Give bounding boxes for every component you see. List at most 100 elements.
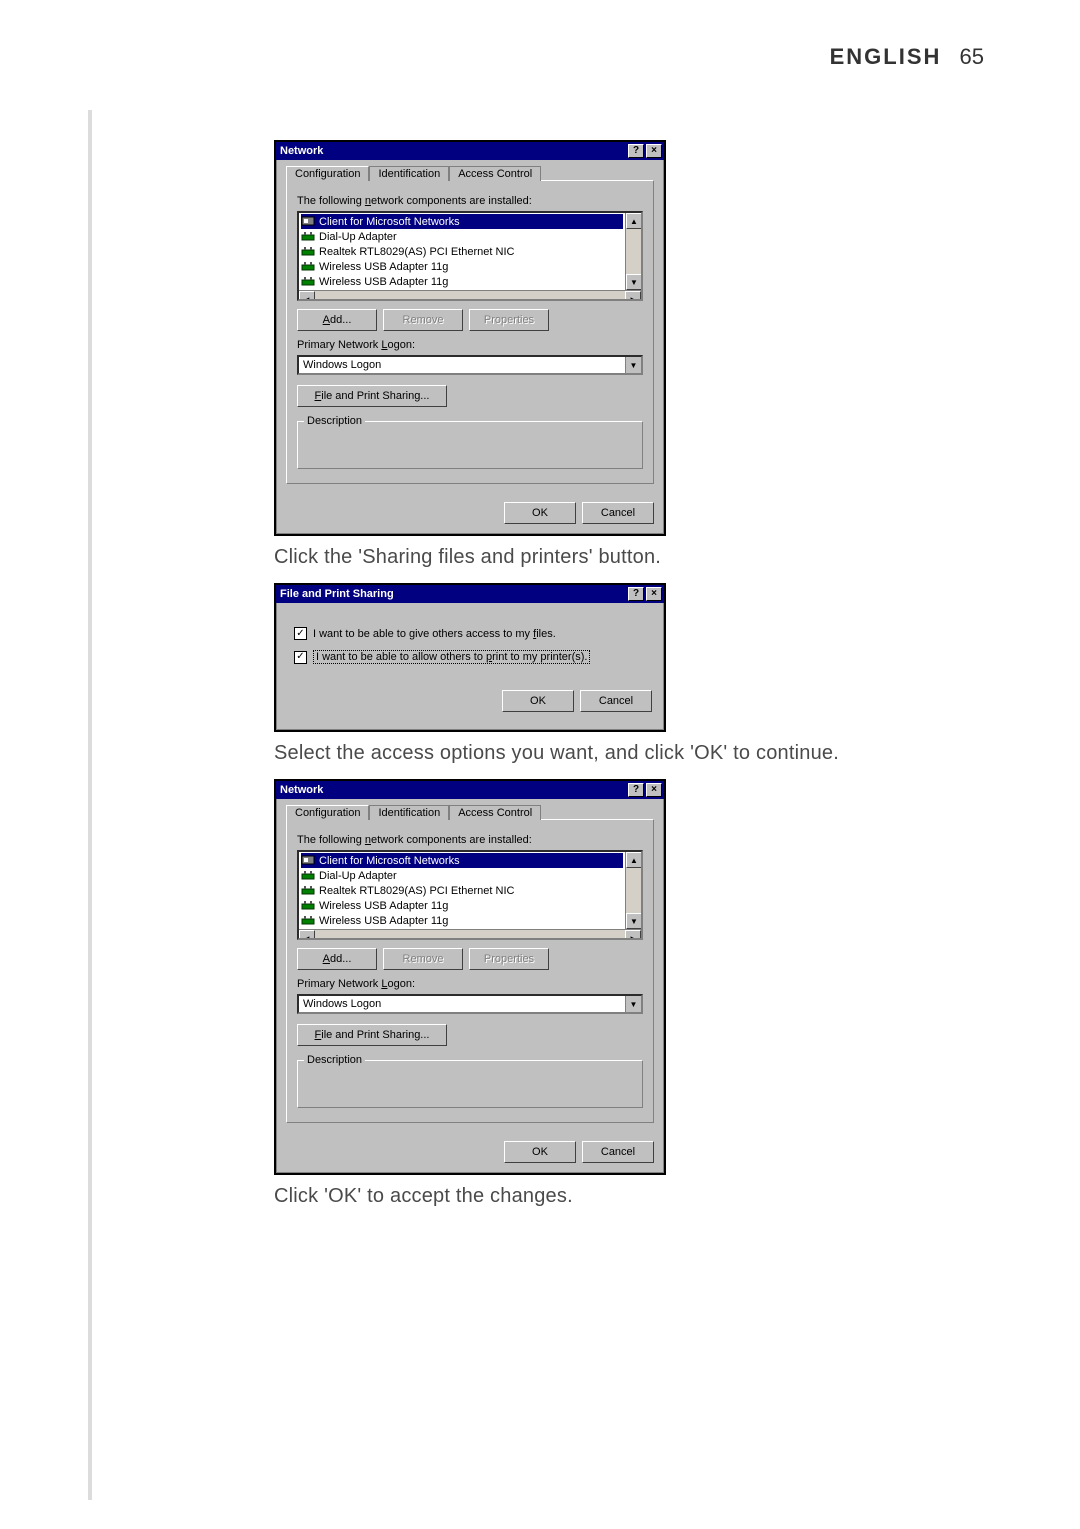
chevron-down-icon[interactable]: ▼ bbox=[625, 357, 641, 373]
adapter-icon bbox=[301, 276, 315, 288]
list-item-label: Client for Microsoft Networks bbox=[319, 216, 460, 228]
file-print-sharing-button[interactable]: File and Print Sharing... bbox=[297, 1024, 447, 1046]
list-item-label: Wireless USB Adapter 11g bbox=[319, 915, 448, 927]
header-lang: ENGLISH bbox=[830, 44, 942, 69]
list-item-label: Dial-Up Adapter bbox=[319, 870, 397, 882]
ok-button[interactable]: OK bbox=[504, 1141, 576, 1163]
description-group: Description bbox=[297, 1054, 643, 1108]
list-item-label: Client for Microsoft Networks bbox=[319, 855, 460, 867]
checkbox-checked-icon[interactable]: ✓ bbox=[294, 627, 307, 640]
list-item[interactable]: Wireless USB Adapter 11g bbox=[301, 274, 623, 289]
description-legend: Description bbox=[304, 1054, 365, 1066]
close-icon[interactable]: × bbox=[646, 587, 662, 601]
cancel-button[interactable]: Cancel bbox=[582, 1141, 654, 1163]
scroll-up-icon[interactable]: ▲ bbox=[626, 213, 642, 229]
primary-logon-label: Primary Network Logon: bbox=[297, 339, 643, 351]
tab-configuration[interactable]: Configuration bbox=[286, 166, 369, 181]
remove-button: Remove bbox=[383, 948, 463, 970]
tab-identification[interactable]: Identification bbox=[369, 166, 449, 181]
description-legend: Description bbox=[304, 415, 365, 427]
scroll-down-icon[interactable]: ▼ bbox=[626, 274, 642, 290]
properties-button: Properties bbox=[469, 309, 549, 331]
close-icon[interactable]: × bbox=[646, 144, 662, 158]
file-print-sharing-button[interactable]: File and Print Sharing... bbox=[297, 385, 447, 407]
primary-logon-label: Primary Network Logon: bbox=[297, 978, 643, 990]
tab-configuration[interactable]: Configuration bbox=[286, 805, 369, 820]
list-item-label: Wireless USB Adapter 11g bbox=[319, 276, 448, 288]
page-header: ENGLISH 65 bbox=[830, 44, 984, 70]
dialog-title: File and Print Sharing bbox=[278, 588, 626, 600]
list-item[interactable]: Dial-Up Adapter bbox=[301, 868, 623, 883]
list-item[interactable]: Dial-Up Adapter bbox=[301, 229, 623, 244]
scroll-up-icon[interactable]: ▲ bbox=[626, 852, 642, 868]
vertical-scrollbar[interactable]: ▲ ▼ bbox=[625, 213, 641, 290]
adapter-icon bbox=[301, 246, 315, 258]
titlebar[interactable]: Network ? × bbox=[276, 142, 664, 160]
description-group: Description bbox=[297, 415, 643, 469]
tab-strip: Configuration Identification Access Cont… bbox=[286, 166, 654, 181]
vertical-scrollbar[interactable]: ▲ ▼ bbox=[625, 852, 641, 929]
primary-logon-combo[interactable]: Windows Logon ▼ bbox=[297, 355, 643, 375]
adapter-icon bbox=[301, 900, 315, 912]
horizontal-scrollbar[interactable]: ◄ ► bbox=[299, 290, 641, 301]
horizontal-scrollbar[interactable]: ◄ ► bbox=[299, 929, 641, 940]
share-printers-checkbox-row[interactable]: ✓ I want to be able to allow others to p… bbox=[294, 650, 646, 664]
adapter-icon bbox=[301, 870, 315, 882]
tab-access-control[interactable]: Access Control bbox=[449, 805, 541, 820]
caption-3: Click 'OK' to accept the changes. bbox=[274, 1185, 974, 1208]
tab-identification[interactable]: Identification bbox=[369, 805, 449, 820]
remove-button: Remove bbox=[383, 309, 463, 331]
chevron-down-icon[interactable]: ▼ bbox=[625, 996, 641, 1012]
client-icon bbox=[301, 216, 315, 228]
list-item-label: Realtek RTL8029(AS) PCI Ethernet NIC bbox=[319, 246, 514, 258]
help-icon[interactable]: ? bbox=[628, 783, 644, 797]
list-item[interactable]: Realtek RTL8029(AS) PCI Ethernet NIC bbox=[301, 244, 623, 259]
dialog-title: Network bbox=[278, 784, 626, 796]
list-item[interactable]: Client for Microsoft Networks bbox=[301, 214, 623, 229]
tab-panel: The following network components are ins… bbox=[286, 180, 654, 484]
primary-logon-value: Windows Logon bbox=[299, 357, 625, 373]
tab-access-control[interactable]: Access Control bbox=[449, 166, 541, 181]
caption-2: Select the access options you want, and … bbox=[274, 742, 974, 765]
network-dialog-1: Network ? × Configuration Identification… bbox=[274, 140, 666, 536]
list-item-label: Realtek RTL8029(AS) PCI Ethernet NIC bbox=[319, 885, 514, 897]
list-item[interactable]: Wireless USB Adapter 11g bbox=[301, 913, 623, 928]
cancel-button[interactable]: Cancel bbox=[582, 502, 654, 524]
scroll-right-icon[interactable]: ► bbox=[625, 291, 641, 301]
primary-logon-value: Windows Logon bbox=[299, 996, 625, 1012]
components-listbox[interactable]: Client for Microsoft Networks Dial-Up Ad… bbox=[297, 211, 643, 301]
components-label: The following network components are ins… bbox=[297, 195, 643, 207]
titlebar[interactable]: File and Print Sharing ? × bbox=[276, 585, 664, 603]
tab-strip: Configuration Identification Access Cont… bbox=[286, 805, 654, 820]
dialog-title: Network bbox=[278, 145, 626, 157]
list-item[interactable]: Client for Microsoft Networks bbox=[301, 853, 623, 868]
client-icon bbox=[301, 855, 315, 867]
components-label: The following network components are ins… bbox=[297, 834, 643, 846]
adapter-icon bbox=[301, 915, 315, 927]
titlebar[interactable]: Network ? × bbox=[276, 781, 664, 799]
list-item[interactable]: Realtek RTL8029(AS) PCI Ethernet NIC bbox=[301, 883, 623, 898]
ok-button[interactable]: OK bbox=[504, 502, 576, 524]
help-icon[interactable]: ? bbox=[628, 587, 644, 601]
ok-button[interactable]: OK bbox=[502, 690, 574, 712]
list-item[interactable]: Wireless USB Adapter 11g bbox=[301, 259, 623, 274]
list-item[interactable]: Wireless USB Adapter 11g bbox=[301, 898, 623, 913]
close-icon[interactable]: × bbox=[646, 783, 662, 797]
scroll-right-icon[interactable]: ► bbox=[625, 930, 641, 940]
cancel-button[interactable]: Cancel bbox=[580, 690, 652, 712]
primary-logon-combo[interactable]: Windows Logon ▼ bbox=[297, 994, 643, 1014]
add-button[interactable]: Add... bbox=[297, 309, 377, 331]
caption-1: Click the 'Sharing files and printers' b… bbox=[274, 546, 974, 569]
list-item-label: Dial-Up Adapter bbox=[319, 231, 397, 243]
scroll-left-icon[interactable]: ◄ bbox=[299, 291, 315, 301]
network-dialog-2: Network ? × Configuration Identification… bbox=[274, 779, 666, 1175]
share-files-checkbox-row[interactable]: ✓ I want to be able to give others acces… bbox=[294, 627, 646, 640]
checkbox-checked-icon[interactable]: ✓ bbox=[294, 651, 307, 664]
scroll-down-icon[interactable]: ▼ bbox=[626, 913, 642, 929]
components-listbox[interactable]: Client for Microsoft Networks Dial-Up Ad… bbox=[297, 850, 643, 940]
add-button[interactable]: Add... bbox=[297, 948, 377, 970]
scroll-left-icon[interactable]: ◄ bbox=[299, 930, 315, 940]
help-icon[interactable]: ? bbox=[628, 144, 644, 158]
list-item-label: Wireless USB Adapter 11g bbox=[319, 261, 448, 273]
share-files-label: I want to be able to give others access … bbox=[313, 628, 556, 640]
